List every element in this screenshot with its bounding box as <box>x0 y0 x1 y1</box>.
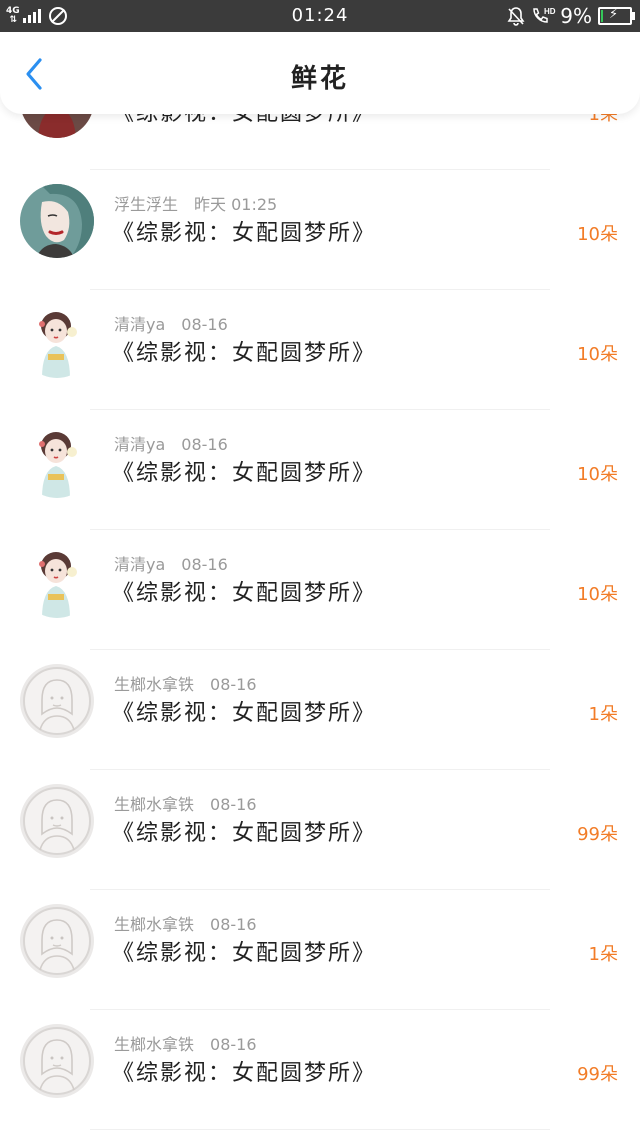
flower-count: 10朵 <box>577 224 618 245</box>
item-meta: 清清ya 08-16 <box>114 431 228 455</box>
flower-count: 10朵 <box>577 344 618 365</box>
book-title: 《综影视：女配圆梦所》 <box>112 461 377 486</box>
user-name[interactable]: 清清ya <box>114 555 165 574</box>
list-item[interactable]: 生榔水拿铁 08-16 《综影视：女配圆梦所》 99朵 <box>0 1010 640 1130</box>
status-right: HD 9% ⚡ <box>506 4 635 28</box>
battery-percent: 9% <box>560 4 592 28</box>
list-item[interactable]: 生榔水拿铁 08-16 《综影视：女配圆梦所》 99朵 <box>0 770 640 890</box>
list-item[interactable]: 清清ya 08-16 《综影视：女配圆梦所》 10朵 <box>0 410 640 530</box>
flower-count: 1朵 <box>588 704 618 725</box>
timestamp: 08-16 <box>181 555 228 574</box>
timestamp: 08-16 <box>181 315 228 334</box>
list-item[interactable]: 生榔水拿铁 08-16 《综影视：女配圆梦所》 1朵 <box>0 890 640 1010</box>
timestamp: 08-16 <box>210 915 257 934</box>
item-meta: 生榔水拿铁 08-16 <box>114 791 257 815</box>
page-title: 鲜花 <box>290 64 349 94</box>
avatar[interactable] <box>20 544 94 618</box>
item-meta: 生榔水拿铁 08-16 <box>114 911 257 935</box>
book-title: 《综影视：女配圆梦所》 <box>112 821 377 846</box>
book-title: 《综影视：女配圆梦所》 <box>112 1061 377 1086</box>
avatar[interactable] <box>20 184 94 258</box>
flower-count: 10朵 <box>577 584 618 605</box>
user-name[interactable]: 生榔水拿铁 <box>114 1035 194 1054</box>
user-name[interactable]: 清清ya <box>114 435 165 454</box>
timestamp: 昨天 01:25 <box>194 195 278 214</box>
avatar[interactable] <box>20 784 94 858</box>
book-title: 《综影视：女配圆梦所》 <box>112 341 377 366</box>
book-title: 《综影视：女配圆梦所》 <box>112 701 377 726</box>
book-title: 《综影视：女配圆梦所》 <box>112 941 377 966</box>
item-meta: 生榔水拿铁 08-16 <box>114 1031 257 1055</box>
book-title: 《综影视：女配圆梦所》 <box>112 581 377 606</box>
timestamp: 08-16 <box>181 435 228 454</box>
flower-count: 99朵 <box>577 1064 618 1085</box>
user-name[interactable]: 清清ya <box>114 315 165 334</box>
status-bar: 4G ⇅ 01:24 HD 9% ⚡ <box>0 0 640 32</box>
avatar[interactable] <box>20 1024 94 1098</box>
avatar[interactable] <box>20 664 94 738</box>
item-meta: 清清ya 08-16 <box>114 311 228 335</box>
timestamp: 08-16 <box>210 675 257 694</box>
item-meta: 生榔水拿铁 08-16 <box>114 671 257 695</box>
avatar[interactable] <box>20 424 94 498</box>
user-name[interactable]: 生榔水拿铁 <box>114 675 194 694</box>
list-item[interactable]: 清清ya 08-16 《综影视：女配圆梦所》 10朵 <box>0 530 640 650</box>
charging-bolt-icon: ⚡ <box>609 7 619 22</box>
battery-fill <box>601 10 603 22</box>
header: 鲜花 <box>0 32 640 114</box>
flower-count: 99朵 <box>577 824 618 845</box>
list-item[interactable]: 清清ya 08-16 《综影视：女配圆梦所》 10朵 <box>0 290 640 410</box>
avatar[interactable] <box>20 904 94 978</box>
list-item[interactable]: 生榔水拿铁 08-16 《综影视：女配圆梦所》 1朵 <box>0 650 640 770</box>
list-item[interactable]: 浮生浮生 昨天 01:25 《综影视：女配圆梦所》 10朵 <box>0 170 640 290</box>
user-name[interactable]: 浮生浮生 <box>114 195 178 214</box>
flower-count: 10朵 <box>577 464 618 485</box>
user-name[interactable]: 生榔水拿铁 <box>114 915 194 934</box>
avatar[interactable] <box>20 304 94 378</box>
hd-label: HD <box>544 7 556 16</box>
book-title: 《综影视：女配圆梦所》 <box>112 221 377 246</box>
battery-icon: ⚡ <box>598 7 635 25</box>
hd-call-icon: HD <box>533 7 556 23</box>
flower-count: 1朵 <box>588 944 618 965</box>
user-name[interactable]: 生榔水拿铁 <box>114 795 194 814</box>
timestamp: 08-16 <box>210 1035 257 1054</box>
timestamp: 08-16 <box>210 795 257 814</box>
item-meta: 浮生浮生 昨天 01:25 <box>114 191 277 215</box>
item-meta: 清清ya 08-16 <box>114 551 228 575</box>
bell-muted-icon <box>507 7 525 26</box>
row-divider <box>90 1129 550 1130</box>
